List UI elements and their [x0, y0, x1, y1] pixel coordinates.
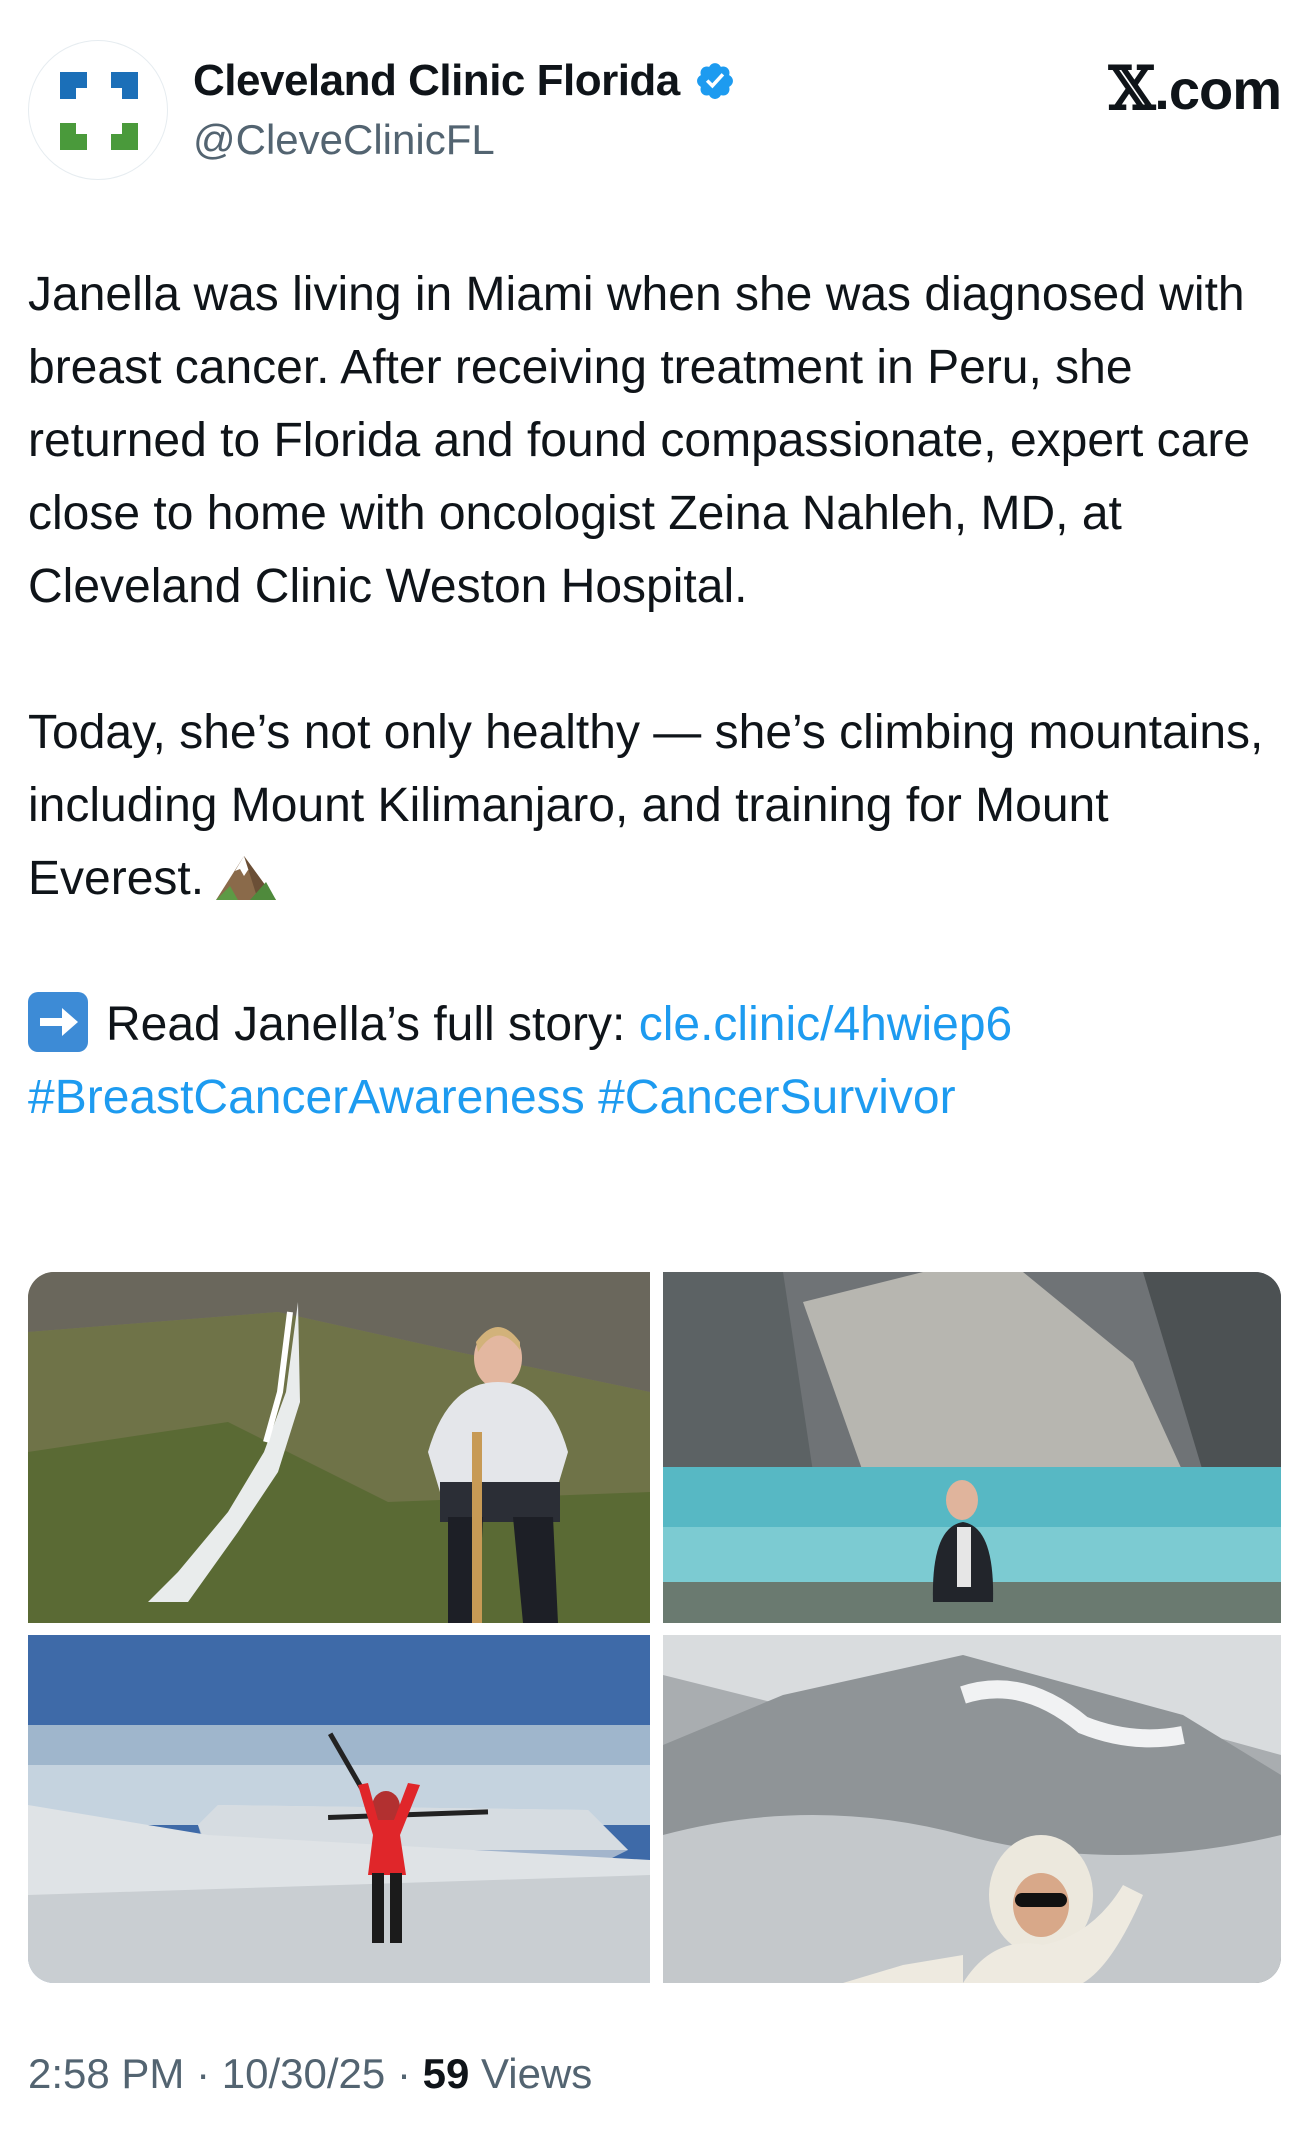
views-label: Views: [481, 2050, 593, 2097]
display-name[interactable]: Cleveland Clinic Florida: [193, 56, 680, 106]
right-arrow-emoji: [28, 992, 88, 1052]
hashtag-breast-cancer-awareness[interactable]: #BreastCancerAwareness: [28, 1071, 585, 1124]
meta-separator: ·: [196, 2050, 211, 2097]
media-grid: [28, 1272, 1281, 1983]
hashtag-cancer-survivor[interactable]: #CancerSurvivor: [598, 1071, 955, 1124]
photo-kilimanjaro-summit[interactable]: [28, 1635, 650, 1983]
story-link[interactable]: cle.clinic/4hwiep6: [639, 998, 1013, 1051]
account-handle[interactable]: @CleveClinicFL: [193, 116, 495, 164]
cleveland-clinic-logo-icon: [54, 66, 144, 156]
tweet-header: Cleveland Clinic Florida @CleveClinicFL …: [28, 40, 1282, 180]
tweet-cta-line: Read Janella’s full story: cle.clinic/4h…: [28, 988, 1281, 1134]
x-site-logo[interactable]: 𝕏 .com: [1108, 54, 1282, 124]
verified-badge-icon: [696, 63, 733, 99]
photo-snowy-peak-selfie[interactable]: [663, 1635, 1281, 1983]
views-count: 59: [422, 2050, 470, 2097]
tweet-time[interactable]: 2:58 PM: [28, 2050, 184, 2097]
x-logo-icon: 𝕏: [1108, 54, 1156, 124]
photo-waterfall-hiker[interactable]: [28, 1272, 650, 1623]
avatar[interactable]: [28, 40, 168, 180]
tweet-date[interactable]: 10/30/25: [222, 2050, 386, 2097]
tweet-paragraph-1: Janella was living in Miami when she was…: [28, 268, 1251, 613]
site-domain-text: .com: [1154, 57, 1282, 121]
snow-capped-mountain-emoji: [216, 856, 277, 900]
photo-glacier-lake[interactable]: [663, 1272, 1281, 1623]
tweet-paragraph-2: Today, she’s not only healthy — she’s cl…: [28, 696, 1281, 915]
cta-text: Read Janella’s full story:: [106, 998, 626, 1051]
meta-separator: ·: [396, 2050, 411, 2097]
tweet-meta: 2:58 PM · 10/30/25 · 59 Views: [28, 2050, 592, 2098]
tweet-text: Janella was living in Miami when she was…: [28, 258, 1281, 1134]
